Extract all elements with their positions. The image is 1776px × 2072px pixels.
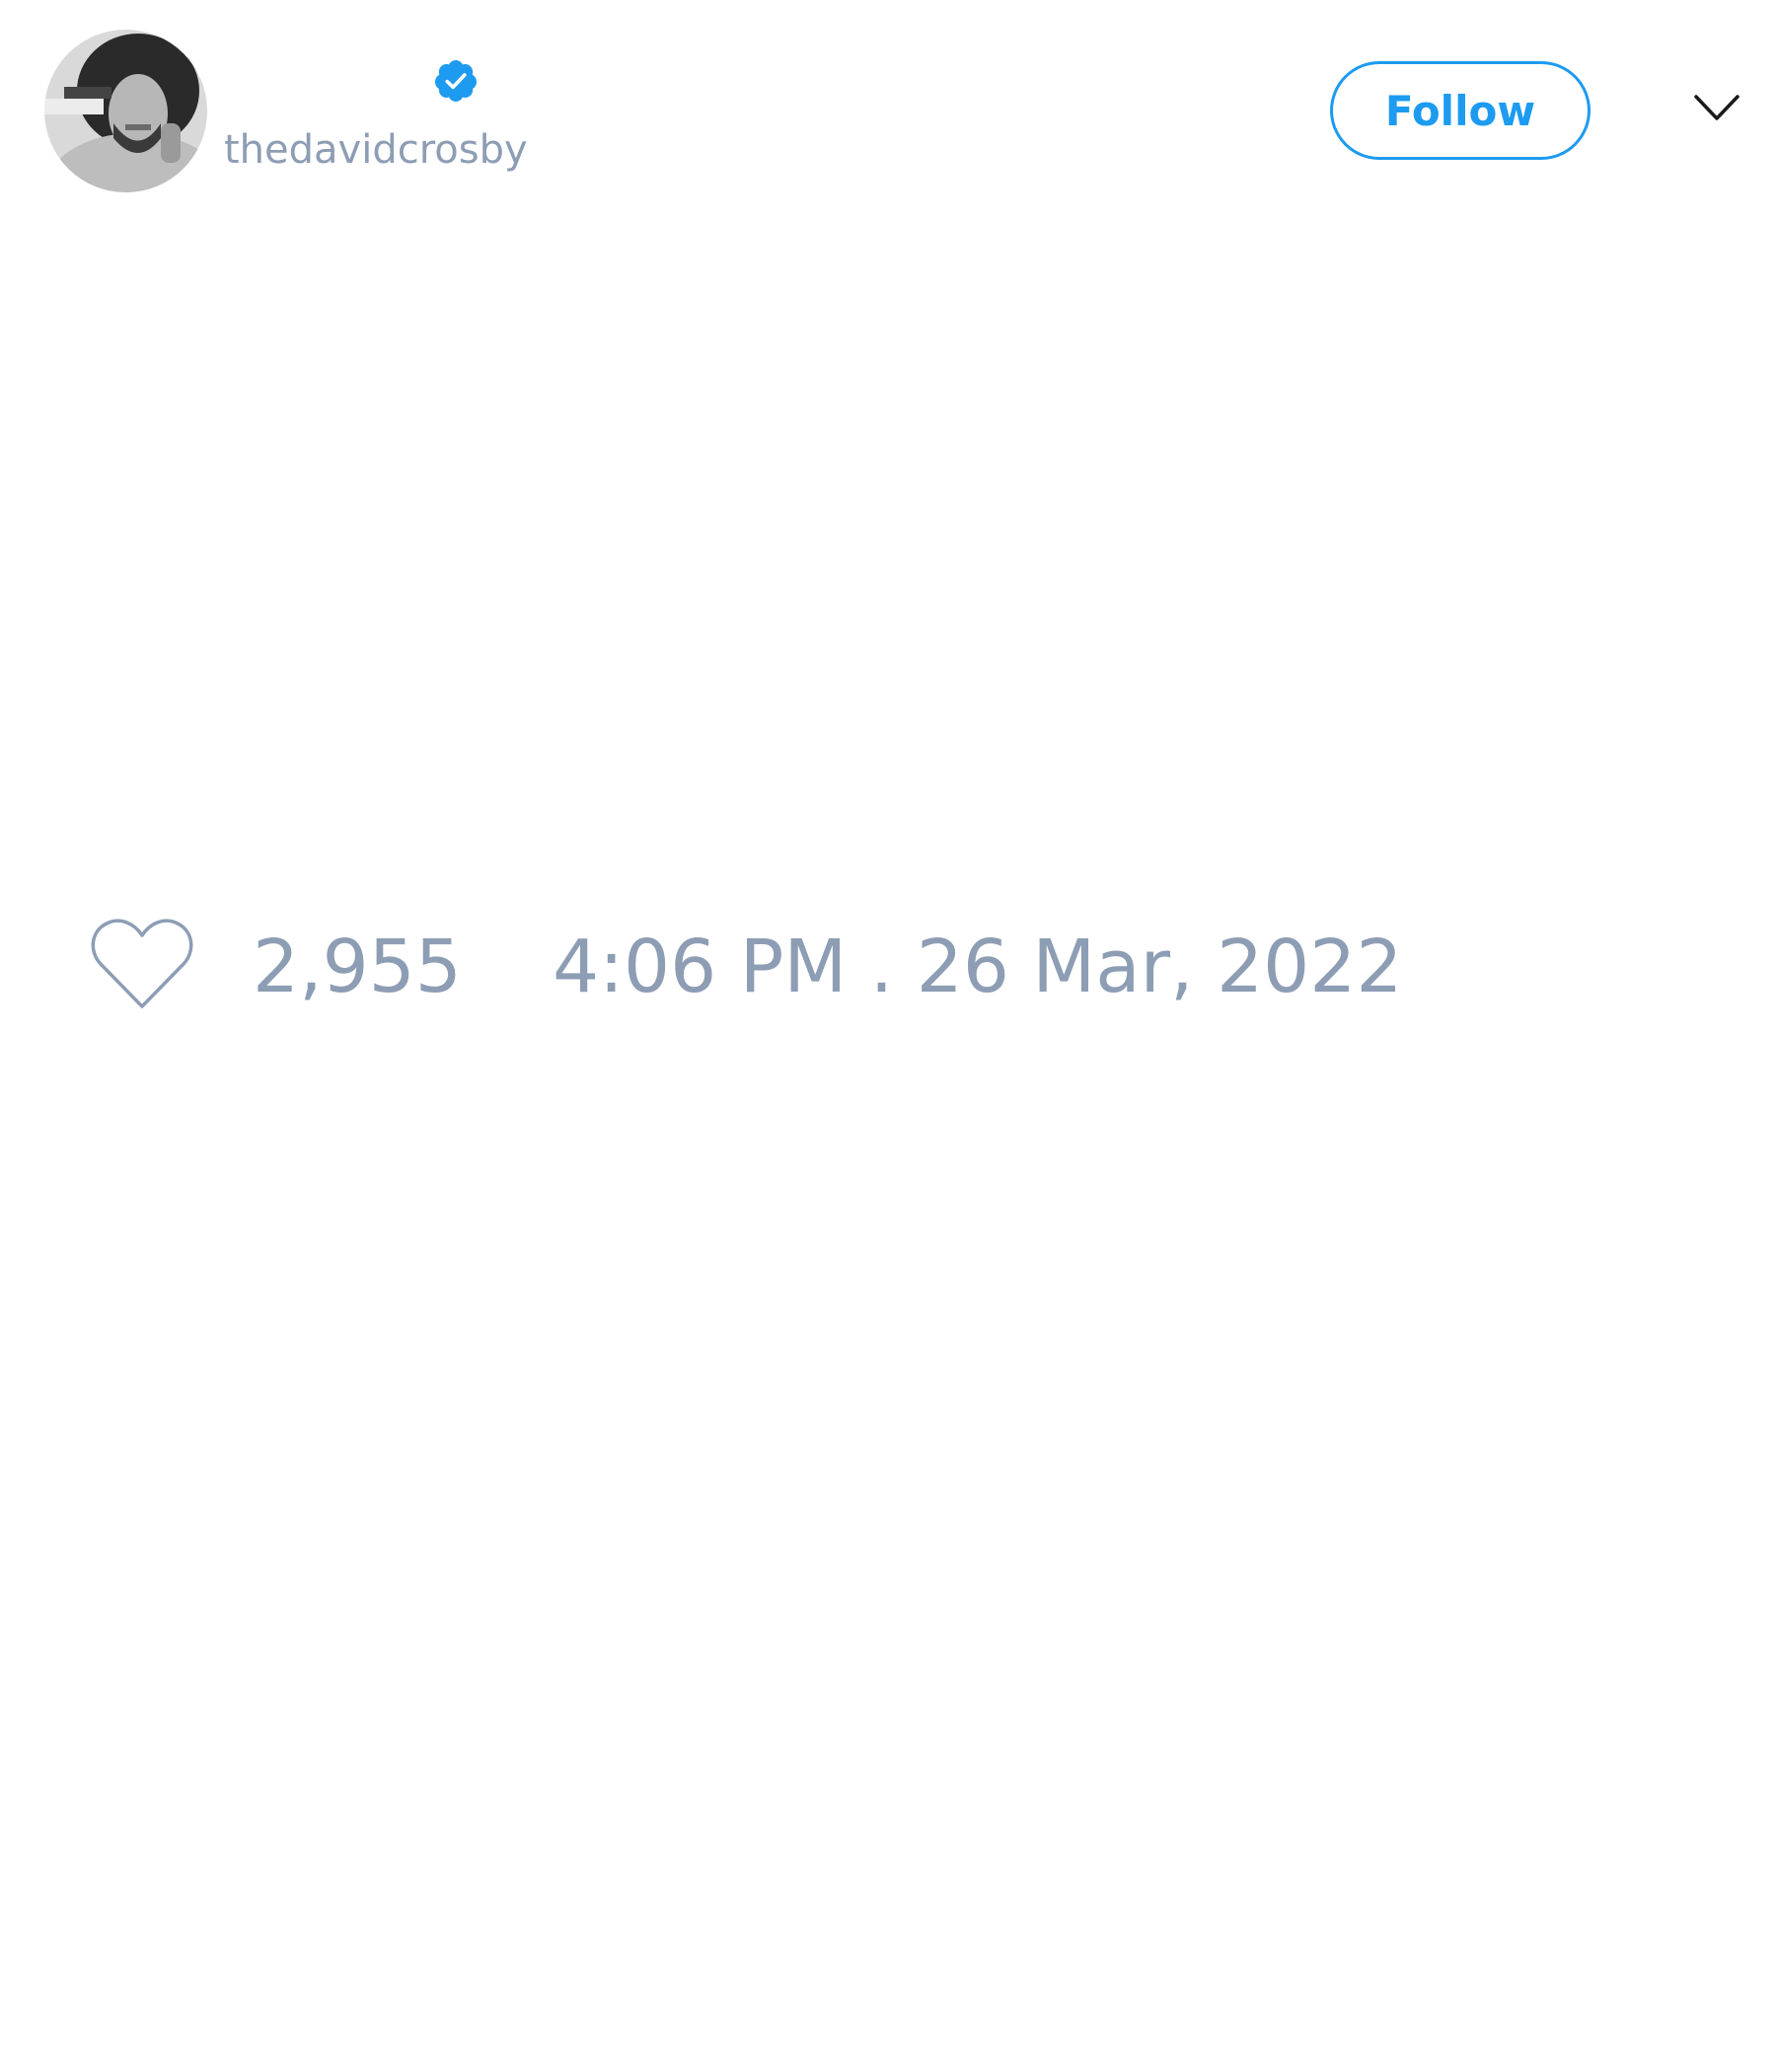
like-count: 2,955 bbox=[253, 925, 462, 1009]
heart-icon[interactable] bbox=[89, 918, 195, 1012]
chevron-down-icon[interactable] bbox=[1692, 89, 1741, 128]
user-handle[interactable]: thedavidcrosby bbox=[224, 126, 528, 174]
follow-button[interactable]: Follow bbox=[1330, 61, 1591, 160]
avatar-image bbox=[44, 30, 207, 192]
avatar[interactable] bbox=[44, 30, 207, 192]
tweet-timestamp[interactable]: 4:06 PM . 26 Mar, 2022 bbox=[553, 925, 1402, 1009]
verified-badge-icon bbox=[434, 60, 477, 102]
